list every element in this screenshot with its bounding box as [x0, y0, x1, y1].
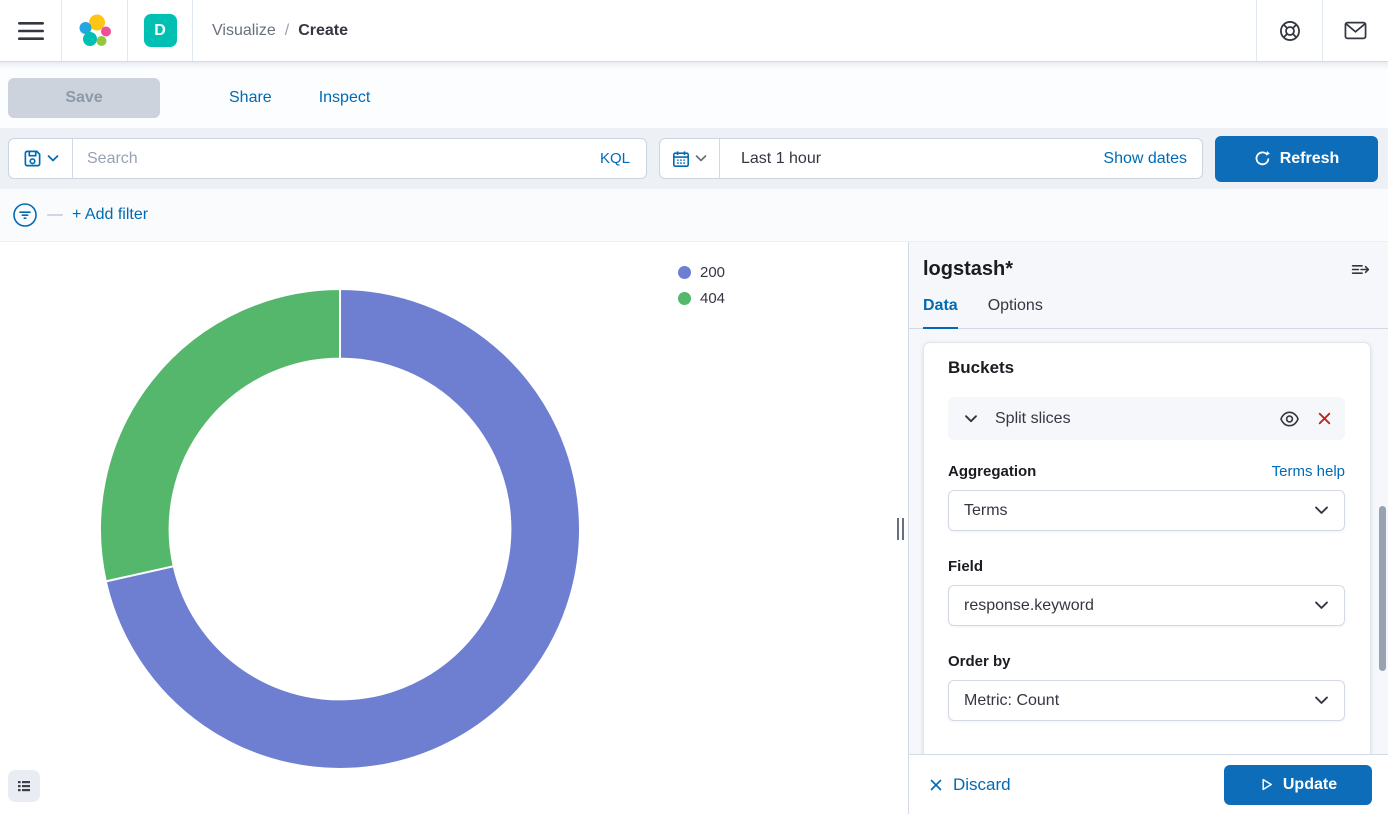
query-language-button[interactable]: KQL — [600, 150, 646, 167]
legend-toggle-button[interactable] — [8, 770, 40, 802]
panel-resize-handle[interactable] — [897, 518, 904, 540]
search-box: KQL — [8, 138, 647, 179]
share-button[interactable]: Share — [229, 89, 272, 107]
life-buoy-icon — [1279, 20, 1301, 42]
aggregation-select[interactable]: Terms — [948, 490, 1345, 531]
newsfeed-button[interactable] — [1322, 0, 1388, 61]
calendar-icon — [672, 150, 690, 168]
refresh-button[interactable]: Refresh — [1215, 136, 1378, 182]
tab-options[interactable]: Options — [988, 297, 1043, 328]
refresh-icon — [1254, 150, 1271, 167]
filter-circle-icon[interactable] — [12, 202, 38, 228]
breadcrumb: Visualize / Create — [193, 0, 348, 61]
legend-label: 200 — [700, 264, 725, 281]
menu-right-icon[interactable] — [1351, 261, 1370, 278]
elastic-logo — [78, 14, 112, 48]
search-input[interactable] — [73, 150, 600, 168]
red-x-icon[interactable] — [1317, 411, 1332, 426]
top-navigation: D Visualize / Create — [0, 0, 1388, 62]
main-content: 200 404 logstash* Data Options — [0, 242, 1388, 814]
help-menu-button[interactable] — [1256, 0, 1322, 61]
date-picker: Last 1 hour Show dates — [659, 138, 1203, 179]
space-selector[interactable]: D — [128, 0, 193, 61]
sidebar-header: logstash* — [909, 242, 1388, 281]
date-quick-menu-button[interactable] — [660, 139, 720, 178]
filter-dash — [47, 214, 63, 216]
split-slices-row[interactable]: Split slices — [948, 397, 1345, 440]
play-icon — [1259, 777, 1274, 792]
visualize-toolbar: Save Share Inspect — [0, 62, 1388, 128]
aggregation-value: Terms — [964, 502, 1008, 520]
query-bar: KQL Last 1 hour Show dates Refresh — [0, 128, 1388, 189]
eye-icon[interactable] — [1279, 410, 1300, 428]
tab-data[interactable]: Data — [923, 297, 958, 329]
discard-button[interactable]: Discard — [929, 775, 1011, 795]
visualization-pane: 200 404 — [0, 242, 908, 814]
refresh-label: Refresh — [1280, 150, 1340, 168]
floppy-save-icon — [23, 149, 42, 168]
field-value: response.keyword — [964, 597, 1094, 615]
save-button[interactable]: Save — [8, 78, 160, 118]
main-menu-button[interactable] — [0, 0, 62, 61]
chevron-down-icon — [47, 154, 59, 163]
chart-legend: 200 404 — [678, 264, 725, 307]
legend-dot — [678, 292, 691, 305]
hamburger-icon — [18, 21, 44, 41]
filter-bar: + Add filter — [0, 189, 1388, 242]
donut-slice-404[interactable] — [100, 289, 340, 581]
aggregation-label: Aggregation — [948, 463, 1036, 480]
donut-chart[interactable] — [0, 242, 908, 814]
saved-query-menu-button[interactable] — [9, 139, 73, 178]
order-by-label: Order by — [948, 653, 1011, 670]
buckets-panel: Buckets Split slices — [923, 342, 1371, 754]
breadcrumb-create: Create — [298, 22, 348, 40]
show-dates-button[interactable]: Show dates — [1103, 150, 1202, 168]
nav-spacer — [348, 0, 1256, 61]
index-pattern-title: logstash* — [923, 258, 1013, 281]
chevron-down-icon — [1314, 695, 1329, 706]
envelope-icon — [1344, 21, 1367, 40]
order-by-select[interactable]: Metric: Count — [948, 680, 1345, 721]
breadcrumb-separator: / — [285, 22, 289, 40]
sidebar-scroll-area: Buckets Split slices — [909, 329, 1388, 754]
vis-editor-sidebar: logstash* Data Options Buckets Split sli… — [908, 242, 1388, 814]
sidebar-footer: Discard Update — [909, 754, 1388, 814]
order-by-value: Metric: Count — [964, 692, 1059, 710]
legend-item-200[interactable]: 200 — [678, 264, 725, 281]
split-slices-label: Split slices — [995, 410, 1262, 428]
add-filter-button[interactable]: + Add filter — [72, 206, 148, 224]
home-logo-button[interactable] — [62, 0, 128, 61]
update-label: Update — [1283, 776, 1337, 794]
legend-label: 404 — [700, 290, 725, 307]
chevron-down-icon[interactable] — [964, 414, 978, 424]
breadcrumb-visualize[interactable]: Visualize — [212, 22, 276, 40]
terms-help-link[interactable]: Terms help — [1272, 463, 1345, 480]
space-avatar[interactable]: D — [144, 14, 177, 47]
chevron-down-icon — [695, 154, 707, 163]
buckets-heading: Buckets — [948, 358, 1345, 378]
field-select[interactable]: response.keyword — [948, 585, 1345, 626]
discard-label: Discard — [953, 775, 1011, 795]
inspect-button[interactable]: Inspect — [319, 89, 371, 107]
sidebar-scrollbar[interactable] — [1379, 506, 1386, 671]
chevron-down-icon — [1314, 505, 1329, 516]
update-button[interactable]: Update — [1224, 765, 1372, 805]
field-label: Field — [948, 558, 983, 575]
sidebar-tabs: Data Options — [909, 297, 1388, 329]
chevron-down-icon — [1314, 600, 1329, 611]
legend-dot — [678, 266, 691, 279]
time-range-value[interactable]: Last 1 hour — [720, 150, 1103, 168]
list-icon — [16, 778, 32, 794]
legend-item-404[interactable]: 404 — [678, 290, 725, 307]
x-icon — [929, 778, 943, 792]
